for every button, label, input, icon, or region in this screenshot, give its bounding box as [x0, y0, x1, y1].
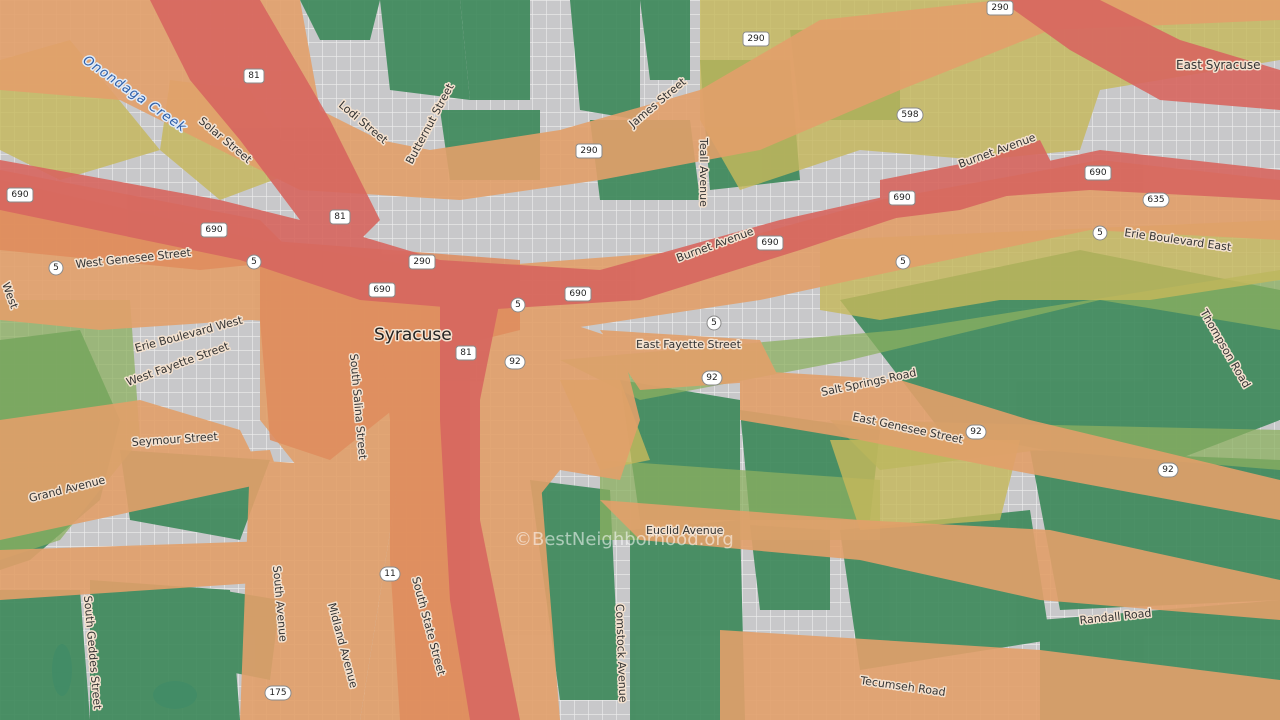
route-shield: 81 — [243, 68, 265, 84]
svg-text:5: 5 — [251, 257, 257, 267]
svg-text:290: 290 — [413, 257, 430, 267]
svg-text:690: 690 — [569, 289, 586, 299]
noise-map[interactable]: Solar Street Lodi Street Butternut Stree… — [0, 0, 1280, 720]
svg-text:635: 635 — [1147, 195, 1164, 205]
route-shield: 290 — [742, 31, 770, 47]
svg-text:5: 5 — [515, 300, 521, 310]
route-shield: 81 — [455, 345, 477, 361]
route-shield: 690 — [1084, 165, 1112, 181]
route-shield: 598 — [896, 107, 924, 123]
svg-text:5: 5 — [711, 318, 717, 328]
route-shield: 690 — [888, 190, 916, 206]
route-shield: 690 — [200, 222, 228, 238]
svg-text:11: 11 — [384, 569, 395, 579]
svg-text:690: 690 — [11, 190, 28, 200]
route-shield: 92 — [504, 354, 526, 370]
route-shield: 92 — [965, 424, 987, 440]
svg-text:5: 5 — [53, 263, 59, 273]
svg-text:175: 175 — [269, 688, 286, 698]
svg-text:290: 290 — [580, 146, 597, 156]
svg-text:690: 690 — [893, 193, 910, 203]
svg-text:92: 92 — [706, 373, 717, 383]
route-shield: 81 — [329, 209, 351, 225]
route-shield: 690 — [368, 282, 396, 298]
svg-text:690: 690 — [1089, 168, 1106, 178]
street-label: Teall Avenue — [697, 137, 710, 207]
route-shield: 92 — [1157, 462, 1179, 478]
route-shield: 11 — [379, 566, 401, 582]
route-shield: 5 — [246, 254, 262, 270]
watermark: ©BestNeighborhood.org — [514, 529, 734, 550]
svg-text:690: 690 — [761, 238, 778, 248]
route-shield: 290 — [575, 143, 603, 159]
route-shield: 5 — [895, 254, 911, 270]
svg-text:690: 690 — [205, 225, 222, 235]
street-label: East Fayette Street — [636, 338, 742, 351]
svg-text:598: 598 — [901, 110, 918, 120]
svg-text:5: 5 — [900, 257, 906, 267]
route-shield: 635 — [1142, 192, 1170, 208]
route-shield: 690 — [6, 187, 34, 203]
svg-text:5: 5 — [1097, 228, 1103, 238]
svg-text:81: 81 — [334, 212, 345, 222]
map-canvas[interactable]: Solar Street Lodi Street Butternut Stree… — [0, 0, 1280, 720]
city-label: Syracuse — [374, 325, 452, 345]
place-label: East Syracuse — [1176, 58, 1261, 72]
svg-text:92: 92 — [970, 427, 981, 437]
svg-text:690: 690 — [373, 285, 390, 295]
route-shield: 290 — [986, 0, 1014, 16]
route-shield: 5 — [706, 315, 722, 331]
svg-text:81: 81 — [460, 348, 471, 358]
route-shield: 5 — [510, 297, 526, 313]
route-shield: 690 — [756, 235, 784, 251]
route-shield: 175 — [264, 685, 292, 701]
svg-text:290: 290 — [991, 3, 1008, 13]
svg-text:92: 92 — [509, 357, 520, 367]
route-shield: 290 — [408, 254, 436, 270]
svg-text:81: 81 — [248, 71, 259, 81]
svg-text:92: 92 — [1162, 465, 1173, 475]
route-shield: 92 — [701, 370, 723, 386]
route-shield: 5 — [1092, 225, 1108, 241]
route-shield: 5 — [48, 260, 64, 276]
svg-text:290: 290 — [747, 34, 764, 44]
route-shield: 690 — [564, 286, 592, 302]
